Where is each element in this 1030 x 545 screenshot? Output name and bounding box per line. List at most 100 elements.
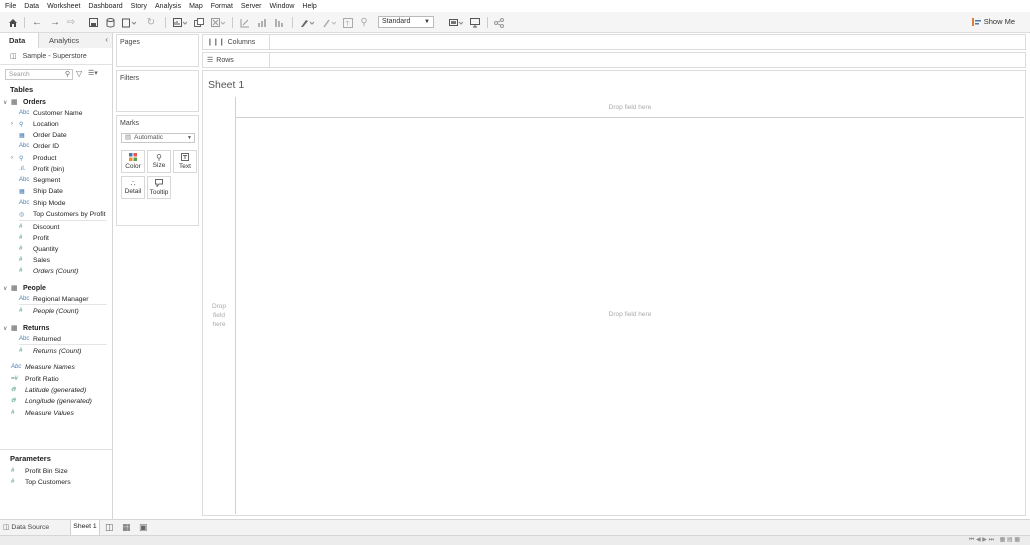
field-sales[interactable]: # Sales — [19, 255, 50, 265]
new-worksheet-icon[interactable] — [171, 16, 189, 29]
new-dashboard-icon[interactable]: ▦ — [122, 522, 131, 533]
clear-sheet-icon[interactable] — [209, 16, 227, 29]
group-members-icon[interactable] — [320, 16, 338, 29]
rows-drop-zone[interactable]: Drop field here — [203, 118, 236, 514]
filter-icon[interactable]: ▽ — [76, 69, 82, 78]
show-me-button[interactable]: Show Me — [971, 17, 1015, 26]
columns-shelf[interactable]: ❙❙❙ Columns — [202, 34, 1026, 50]
save-icon[interactable] — [87, 16, 99, 29]
field-top-customers-by-profit[interactable]: ◎ Top Customers by Profit — [19, 209, 106, 219]
menu-data[interactable]: Data — [24, 3, 39, 10]
show-cards-icon[interactable] — [469, 16, 481, 29]
sheet-navigation[interactable]: ⏮︎ ◀ ▶ ⏭︎ ▦ ▤ ▦ — [969, 536, 1020, 544]
show-tabs-icon[interactable]: ▦ — [1000, 537, 1006, 543]
swap-icon[interactable] — [239, 16, 251, 29]
refresh-icon[interactable]: ↻ — [142, 16, 160, 29]
field-orders-count[interactable]: # Orders (Count) — [19, 266, 78, 276]
field-ship-date[interactable]: ▦ Ship Date — [19, 186, 63, 196]
field-location[interactable]: › ⚲ Location — [11, 119, 59, 129]
sheet-tab[interactable]: Sheet 1 — [70, 520, 100, 535]
field-people-count[interactable]: # People (Count) — [19, 306, 79, 316]
menu-help[interactable]: Help — [302, 3, 316, 10]
share-icon[interactable] — [493, 16, 505, 29]
redo-icon[interactable]: → — [49, 16, 61, 29]
filters-card[interactable]: Filters — [116, 70, 199, 112]
tooltip-button[interactable]: Tooltip — [147, 176, 171, 199]
collapse-pane-icon[interactable]: ‹ — [105, 35, 108, 44]
highlight-icon[interactable] — [298, 16, 316, 29]
field-profit[interactable]: # Profit — [19, 233, 49, 243]
field-longitude-generated[interactable]: 🌐︎ Longitude (generated) — [11, 396, 92, 406]
rows-shelf[interactable]: ☰ Rows — [202, 52, 1026, 68]
menu-map[interactable]: Map — [189, 3, 203, 10]
view-options-icon[interactable]: ☰▾ — [88, 69, 98, 77]
color-button[interactable]: Color — [121, 150, 145, 173]
field-latitude-generated[interactable]: 🌐︎ Latitude (generated) — [11, 385, 86, 395]
menu-analysis[interactable]: Analysis — [155, 3, 181, 10]
field-discount[interactable]: # Discount — [19, 222, 59, 232]
sort-ascending-icon[interactable] — [256, 16, 268, 29]
search-input[interactable]: Search ⚲ — [5, 69, 73, 80]
field-regional-manager[interactable]: Abc Regional Manager — [19, 294, 89, 304]
home-icon[interactable] — [7, 16, 19, 29]
next-sheet-icon[interactable]: ▶ — [982, 537, 987, 543]
sort-descending-icon[interactable] — [273, 16, 285, 29]
show-me-icon — [971, 17, 981, 26]
field-returned[interactable]: Abc Returned — [19, 334, 61, 344]
menu-server[interactable]: Server — [241, 3, 262, 10]
menu-format[interactable]: Format — [211, 3, 233, 10]
field-measure-names[interactable]: Abc Measure Names — [11, 362, 75, 372]
menu-window[interactable]: Window — [270, 3, 295, 10]
view-drop-zone[interactable]: Drop field here — [236, 118, 1024, 514]
datasource-item[interactable]: ◫ Sample - Superstore — [0, 48, 112, 65]
field-segment[interactable]: Abc Segment — [19, 175, 60, 185]
table-returns[interactable]: ∨ ▦ Returns — [3, 323, 49, 333]
new-datasource-icon[interactable] — [104, 16, 116, 29]
fit-select[interactable]: Standard ▼ — [378, 16, 434, 28]
field-product[interactable]: › ⚲ Product — [11, 153, 56, 163]
tables-heading: Tables — [10, 85, 34, 94]
last-sheet-icon[interactable]: ⏭︎ — [989, 537, 994, 543]
field-returns-count[interactable]: # Returns (Count) — [19, 346, 81, 356]
tab-data[interactable]: Data — [0, 33, 38, 48]
field-order-id[interactable]: Abc Order ID — [19, 141, 59, 151]
presentation-mode-icon[interactable] — [447, 16, 465, 29]
sorter-icon[interactable]: ▦ — [1014, 537, 1020, 543]
field-customer-name[interactable]: Abc Customer Name — [19, 108, 82, 118]
show-labels-icon[interactable]: T — [342, 16, 354, 29]
field-profit-bin[interactable]: .ıl. Profit (bin) — [19, 164, 64, 174]
field-profit-ratio[interactable]: =# Profit Ratio — [11, 374, 59, 384]
first-sheet-icon[interactable]: ⏮︎ — [969, 537, 974, 543]
tab-analytics[interactable]: Analytics ‹ — [38, 33, 112, 48]
field-order-date[interactable]: ▦ Order Date — [19, 130, 67, 140]
fix-axes-icon[interactable]: ⚲ — [358, 16, 370, 29]
replay-icon[interactable]: ⇨ — [65, 16, 77, 29]
text-button[interactable]: Text — [173, 150, 197, 173]
field-ship-mode[interactable]: Abc Ship Mode — [19, 198, 66, 208]
field-measure-values[interactable]: # Measure Values — [11, 408, 74, 418]
menu-story[interactable]: Story — [131, 3, 147, 10]
detail-button[interactable]: ∴ Detail — [121, 176, 145, 199]
previous-sheet-icon[interactable]: ◀ — [976, 537, 981, 543]
number-icon: # — [19, 308, 23, 314]
field-quantity[interactable]: # Quantity — [19, 244, 58, 254]
undo-icon[interactable]: ← — [31, 16, 43, 29]
table-people[interactable]: ∨ ▦ People — [3, 283, 46, 293]
sheet-title[interactable]: Sheet 1 — [208, 79, 244, 91]
data-source-tab[interactable]: ◫ Data Source — [3, 523, 49, 531]
mark-type-select[interactable]: ▤ Automatic ▼ — [121, 133, 195, 143]
size-button[interactable]: ⚲ Size — [147, 150, 171, 173]
pages-card[interactable]: Pages — [116, 34, 199, 67]
parameter-profit-bin-size[interactable]: # Profit Bin Size — [11, 466, 68, 476]
filmstrip-icon[interactable]: ▤ — [1007, 537, 1013, 543]
menu-file[interactable]: File — [5, 3, 16, 10]
table-orders[interactable]: ∨ ▦ Orders — [3, 97, 46, 107]
parameter-top-customers[interactable]: # Top Customers — [11, 477, 71, 487]
columns-drop-zone[interactable]: Drop field here — [236, 97, 1024, 118]
pause-updates-icon[interactable] — [120, 16, 138, 29]
menu-worksheet[interactable]: Worksheet — [47, 3, 80, 10]
new-story-icon[interactable]: ▣ — [139, 522, 148, 533]
menu-dashboard[interactable]: Dashboard — [88, 3, 122, 10]
duplicate-sheet-icon[interactable] — [193, 16, 205, 29]
new-worksheet-icon[interactable]: ◫ — [105, 522, 114, 533]
